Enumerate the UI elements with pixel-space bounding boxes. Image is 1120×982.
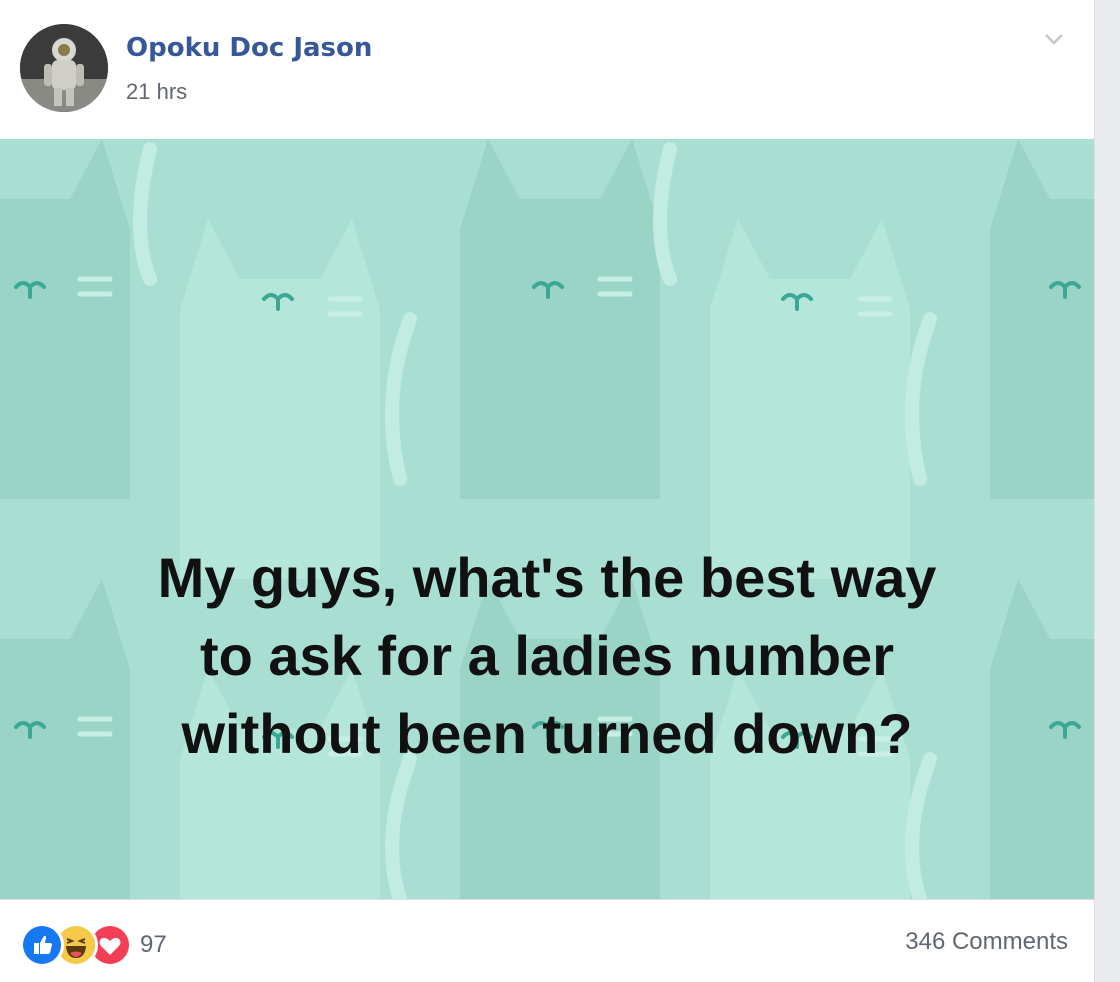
facebook-post: Opoku Doc Jason 21 hrs My guys, what's t… <box>0 0 1095 982</box>
page-scroll-gutter <box>1095 0 1120 982</box>
post-background-card[interactable]: My guys, what's the best way to ask for … <box>0 139 1094 899</box>
author-name[interactable]: Opoku Doc Jason <box>126 33 372 63</box>
post-header: Opoku Doc Jason 21 hrs <box>0 0 1094 138</box>
reactions-summary[interactable]: 97 <box>20 923 167 967</box>
reaction-count: 97 <box>140 931 167 958</box>
post-text-line: My guys, what's the best way <box>157 546 937 609</box>
author-avatar[interactable] <box>20 24 108 112</box>
post-text-line: to ask for a ladies number <box>200 624 894 687</box>
like-icon <box>20 923 64 967</box>
chevron-down-icon[interactable] <box>1040 28 1068 50</box>
cat-pattern-background <box>0 139 1094 899</box>
astronaut-photo <box>20 24 108 112</box>
post-text-line: without been turned down? <box>181 702 913 765</box>
comments-count-link[interactable]: 346 Comments <box>905 928 1068 956</box>
post-timestamp[interactable]: 21 hrs <box>126 79 187 105</box>
post-footer: 97 346 Comments <box>0 900 1094 982</box>
post-text: My guys, what's the best way to ask for … <box>0 539 1094 773</box>
